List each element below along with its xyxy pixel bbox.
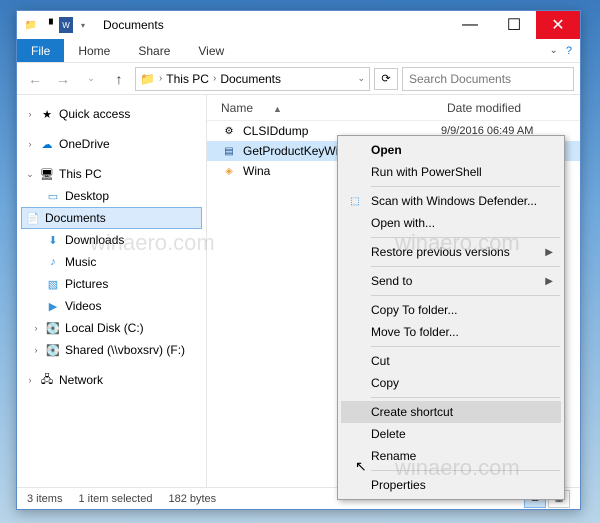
address-bar[interactable]: 📁 › This PC › Documents ⌄ — [135, 67, 370, 91]
help-icon[interactable]: ? — [566, 45, 572, 57]
ctx-restore[interactable]: Restore previous versions▶ — [341, 241, 561, 263]
chevron-right-icon[interactable]: › — [159, 73, 162, 84]
ctx-cut[interactable]: Cut — [341, 350, 561, 372]
up-button[interactable]: ↑ — [107, 67, 131, 91]
qat-dropdown-icon[interactable]: ▾ — [75, 17, 91, 33]
ctx-properties[interactable]: Properties — [341, 474, 561, 496]
pc-icon: 🖥 — [39, 166, 55, 182]
forward-button[interactable]: → — [51, 67, 75, 91]
file-tab[interactable]: File — [17, 39, 64, 62]
qat-word-icon[interactable]: W — [59, 17, 73, 33]
titlebar: 📁 ▝ W ▾ Documents — ☐ ✕ — [17, 11, 580, 39]
search-input[interactable]: Search Documents — [402, 67, 574, 91]
tree-pictures[interactable]: ▧Pictures — [17, 273, 206, 295]
music-icon: ♪ — [45, 254, 61, 270]
recent-dropdown-icon[interactable]: ⌄ — [79, 67, 103, 91]
tree-downloads[interactable]: ⬇Downloads — [17, 229, 206, 251]
file-list: Name▲ Date modified ⚙CLSIDdump9/9/2016 0… — [207, 95, 580, 487]
tree-videos[interactable]: ▶Videos — [17, 295, 206, 317]
folder-icon: 📁 — [140, 72, 155, 86]
ctx-powershell[interactable]: Run with PowerShell — [341, 161, 561, 183]
breadcrumb-root[interactable]: This PC — [166, 72, 209, 86]
column-headers: Name ▲ Date modified — [207, 95, 580, 121]
minimize-button[interactable]: — — [448, 11, 492, 39]
ctx-defender[interactable]: ⬚Scan with Windows Defender... — [341, 190, 561, 212]
ribbon-tab-share[interactable]: Share — [124, 44, 184, 58]
col-name[interactable]: Name — [221, 101, 253, 115]
status-item-count: 3 items — [27, 493, 62, 505]
desktop-icon: ▭ — [45, 188, 61, 204]
nav-toolbar: ← → ⌄ ↑ 📁 › This PC › Documents ⌄ ⟳ Sear… — [17, 63, 580, 95]
status-size: 182 bytes — [168, 493, 216, 505]
folder-icon: 📁 — [23, 17, 39, 33]
tree-music[interactable]: ♪Music — [17, 251, 206, 273]
tree-local-disk[interactable]: ›💽Local Disk (C:) — [17, 317, 206, 339]
explorer-window: 📁 ▝ W ▾ Documents — ☐ ✕ File Home Share … — [16, 10, 581, 510]
tree-network[interactable]: ›🖧Network — [17, 369, 206, 391]
tree-documents[interactable]: 📄Documents — [21, 207, 202, 229]
ctx-rename[interactable]: Rename — [341, 445, 561, 467]
close-button[interactable]: ✕ — [536, 11, 580, 39]
star-icon: ★ — [39, 106, 55, 122]
pictures-icon: ▧ — [45, 276, 61, 292]
ctx-delete[interactable]: Delete — [341, 423, 561, 445]
network-icon: 🖧 — [39, 372, 55, 388]
ctx-move-to[interactable]: Move To folder... — [341, 321, 561, 343]
ctx-copy-to[interactable]: Copy To folder... — [341, 299, 561, 321]
nav-tree: ›★Quick access ›☁OneDrive ⌄🖥This PC ▭Des… — [17, 95, 207, 487]
refresh-button[interactable]: ⟳ — [374, 68, 398, 90]
ps-icon: ▤ — [221, 143, 237, 159]
sort-asc-icon[interactable]: ▲ — [273, 104, 282, 114]
cloud-icon: ☁ — [39, 136, 55, 152]
drive-icon: 💽 — [45, 320, 61, 336]
back-button[interactable]: ← — [23, 67, 47, 91]
ribbon-expand-icon[interactable]: ⌄ — [549, 45, 557, 57]
chevron-right-icon: ▶ — [545, 276, 553, 287]
shield-icon: ⬚ — [347, 193, 363, 209]
ribbon-tab-home[interactable]: Home — [64, 44, 124, 58]
chevron-right-icon: ▶ — [545, 247, 553, 258]
chevron-right-icon[interactable]: › — [213, 73, 216, 84]
ctx-open[interactable]: Open — [341, 139, 561, 161]
network-drive-icon: 💽 — [45, 342, 61, 358]
qat-icon[interactable]: ▝ — [41, 17, 57, 33]
ribbon: File Home Share View ⌄ ? — [17, 39, 580, 63]
tree-this-pc[interactable]: ⌄🖥This PC — [17, 163, 206, 185]
col-date[interactable]: Date modified — [447, 101, 521, 115]
downloads-icon: ⬇ — [45, 232, 61, 248]
maximize-button[interactable]: ☐ — [492, 11, 536, 39]
exe-icon: ⚙ — [221, 123, 237, 139]
context-menu: Open Run with PowerShell ⬚Scan with Wind… — [337, 135, 565, 500]
ctx-create-shortcut[interactable]: Create shortcut — [341, 401, 561, 423]
tree-onedrive[interactable]: ›☁OneDrive — [17, 133, 206, 155]
status-selected: 1 item selected — [78, 493, 152, 505]
ctx-copy[interactable]: Copy — [341, 372, 561, 394]
breadcrumb-current[interactable]: Documents — [220, 72, 281, 86]
tree-quick-access[interactable]: ›★Quick access — [17, 103, 206, 125]
window-title: Documents — [103, 18, 164, 32]
address-dropdown-icon[interactable]: ⌄ — [357, 73, 365, 84]
ribbon-tab-view[interactable]: View — [184, 44, 238, 58]
documents-icon: 📄 — [25, 210, 41, 226]
tree-shared-drive[interactable]: ›💽Shared (\\vboxsrv) (F:) — [17, 339, 206, 361]
tree-desktop[interactable]: ▭Desktop — [17, 185, 206, 207]
shortcut-icon: ◈ — [221, 163, 237, 179]
ctx-send-to[interactable]: Send to▶ — [341, 270, 561, 292]
videos-icon: ▶ — [45, 298, 61, 314]
ctx-open-with[interactable]: Open with... — [341, 212, 561, 234]
